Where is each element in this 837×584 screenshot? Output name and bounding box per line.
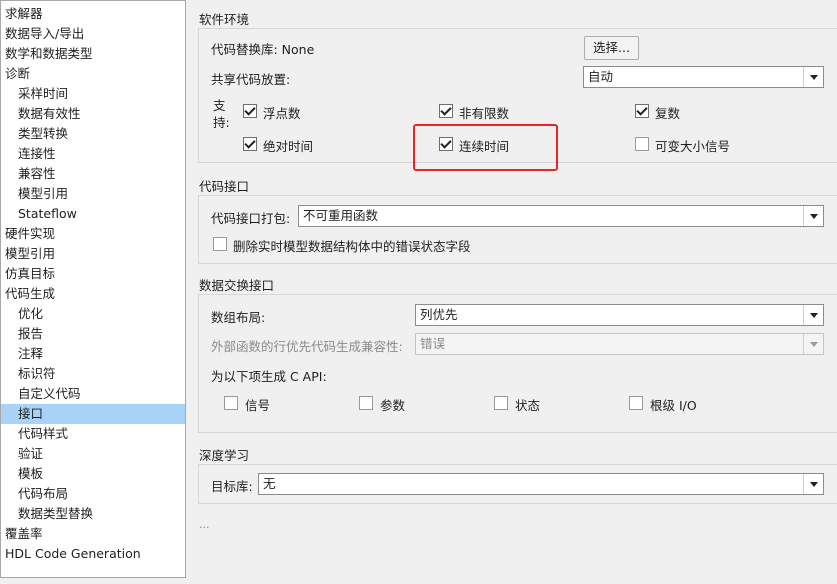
tree-item-optimization[interactable]: 优化: [1, 304, 185, 324]
tree-item-comments[interactable]: 注释: [1, 344, 185, 364]
tree-item-sample-time[interactable]: 采样时间: [1, 84, 185, 104]
absolute-time-label: 绝对时间: [263, 139, 314, 154]
tree-item-data-type-replace[interactable]: 数据类型替换: [1, 504, 185, 524]
floating-point-label: 浮点数: [263, 106, 301, 121]
signals-label: 信号: [245, 398, 271, 413]
tree-item-math-data-types[interactable]: 数学和数据类型: [1, 44, 185, 64]
tree-item-stateflow[interactable]: Stateflow: [1, 204, 185, 224]
config-tree: 求解器 数据导入/导出 数学和数据类型 诊断 采样时间 数据有效性 类型转换 连…: [0, 0, 186, 578]
software-env-title: 软件环境: [199, 12, 250, 27]
packaging-value: 不可重用函数: [303, 208, 379, 223]
code-interface-title: 代码接口: [199, 179, 250, 194]
target-lib-dropdown[interactable]: 无: [258, 473, 824, 495]
shared-code-dropdown[interactable]: 自动: [583, 66, 824, 88]
shared-code-value: 自动: [588, 69, 614, 84]
tree-item-code-placement[interactable]: 代码布局: [1, 484, 185, 504]
tree-item-coverage[interactable]: 覆盖率: [1, 524, 185, 544]
tree-item-report[interactable]: 报告: [1, 324, 185, 344]
floating-point-checkbox[interactable]: [243, 104, 257, 118]
complex-label: 复数: [655, 106, 681, 121]
tree-item-model-ref[interactable]: 模型引用: [1, 244, 185, 264]
chevron-down-icon: [803, 67, 823, 87]
c-api-label: 为以下项生成 C API:: [211, 369, 327, 384]
tree-item-type-conversion[interactable]: 类型转换: [1, 124, 185, 144]
array-layout-dropdown[interactable]: 列优先: [415, 304, 824, 326]
tree-item-diagnostics[interactable]: 诊断: [1, 64, 185, 84]
tree-item-data-validity[interactable]: 数据有效性: [1, 104, 185, 124]
data-exchange-title: 数据交换接口: [199, 278, 275, 293]
absolute-time-checkbox[interactable]: [243, 137, 257, 151]
tree-item-hardware-impl[interactable]: 硬件实现: [1, 224, 185, 244]
chevron-down-icon: [803, 305, 823, 325]
more-indicator: ...: [199, 518, 210, 531]
signals-checkbox[interactable]: [224, 396, 238, 410]
tree-item-hdl-code-gen[interactable]: HDL Code Generation: [1, 544, 185, 564]
tree-item-templates[interactable]: 模板: [1, 464, 185, 484]
non-finite-label: 非有限数: [459, 106, 510, 121]
tree-item-data-import-export[interactable]: 数据导入/导出: [1, 24, 185, 44]
select-button[interactable]: 选择...: [584, 36, 639, 60]
support-label-2: 持:: [213, 115, 230, 130]
chevron-down-icon: [803, 334, 823, 354]
code-replacement-lib-label: 代码替换库: None: [211, 42, 315, 57]
tree-item-verification[interactable]: 验证: [1, 444, 185, 464]
remove-error-field-checkbox[interactable]: [213, 237, 227, 251]
array-layout-label: 数组布局:: [211, 310, 266, 325]
complex-checkbox[interactable]: [635, 104, 649, 118]
tree-item-interface[interactable]: 接口: [1, 404, 185, 424]
array-layout-value: 列优先: [420, 307, 458, 322]
non-finite-checkbox[interactable]: [439, 104, 453, 118]
variable-size-label: 可变大小信号: [655, 139, 731, 154]
target-lib-label: 目标库:: [211, 479, 253, 494]
chevron-down-icon: [803, 474, 823, 494]
row-major-value: 错误: [420, 336, 446, 351]
deep-learning-title: 深度学习: [199, 448, 250, 463]
root-io-label: 根级 I/O: [650, 398, 697, 413]
remove-error-field-label: 删除实时模型数据结构体中的错误状态字段: [233, 239, 471, 254]
tree-item-code-generation[interactable]: 代码生成: [1, 284, 185, 304]
parameters-label: 参数: [380, 398, 406, 413]
tree-item-compatibility[interactable]: 兼容性: [1, 164, 185, 184]
states-label: 状态: [515, 398, 541, 413]
packaging-dropdown[interactable]: 不可重用函数: [298, 205, 824, 227]
root-io-checkbox[interactable]: [629, 396, 643, 410]
tree-item-diag-model-ref[interactable]: 模型引用: [1, 184, 185, 204]
tree-item-sim-target[interactable]: 仿真目标: [1, 264, 185, 284]
parameters-checkbox[interactable]: [359, 396, 373, 410]
continuous-time-checkbox[interactable]: [439, 137, 453, 151]
chevron-down-icon: [803, 206, 823, 226]
row-major-label: 外部函数的行优先代码生成兼容性:: [211, 339, 403, 354]
tree-item-identifiers[interactable]: 标识符: [1, 364, 185, 384]
states-checkbox[interactable]: [494, 396, 508, 410]
target-lib-value: 无: [263, 476, 276, 491]
tree-item-solver[interactable]: 求解器: [1, 4, 185, 24]
packaging-label: 代码接口打包:: [211, 211, 291, 226]
tree-item-code-style[interactable]: 代码样式: [1, 424, 185, 444]
row-major-dropdown: 错误: [415, 333, 824, 355]
tree-item-connectivity[interactable]: 连接性: [1, 144, 185, 164]
shared-code-label: 共享代码放置:: [211, 72, 291, 87]
variable-size-checkbox[interactable]: [635, 137, 649, 151]
continuous-time-label: 连续时间: [459, 139, 510, 154]
tree-item-custom-code[interactable]: 自定义代码: [1, 384, 185, 404]
